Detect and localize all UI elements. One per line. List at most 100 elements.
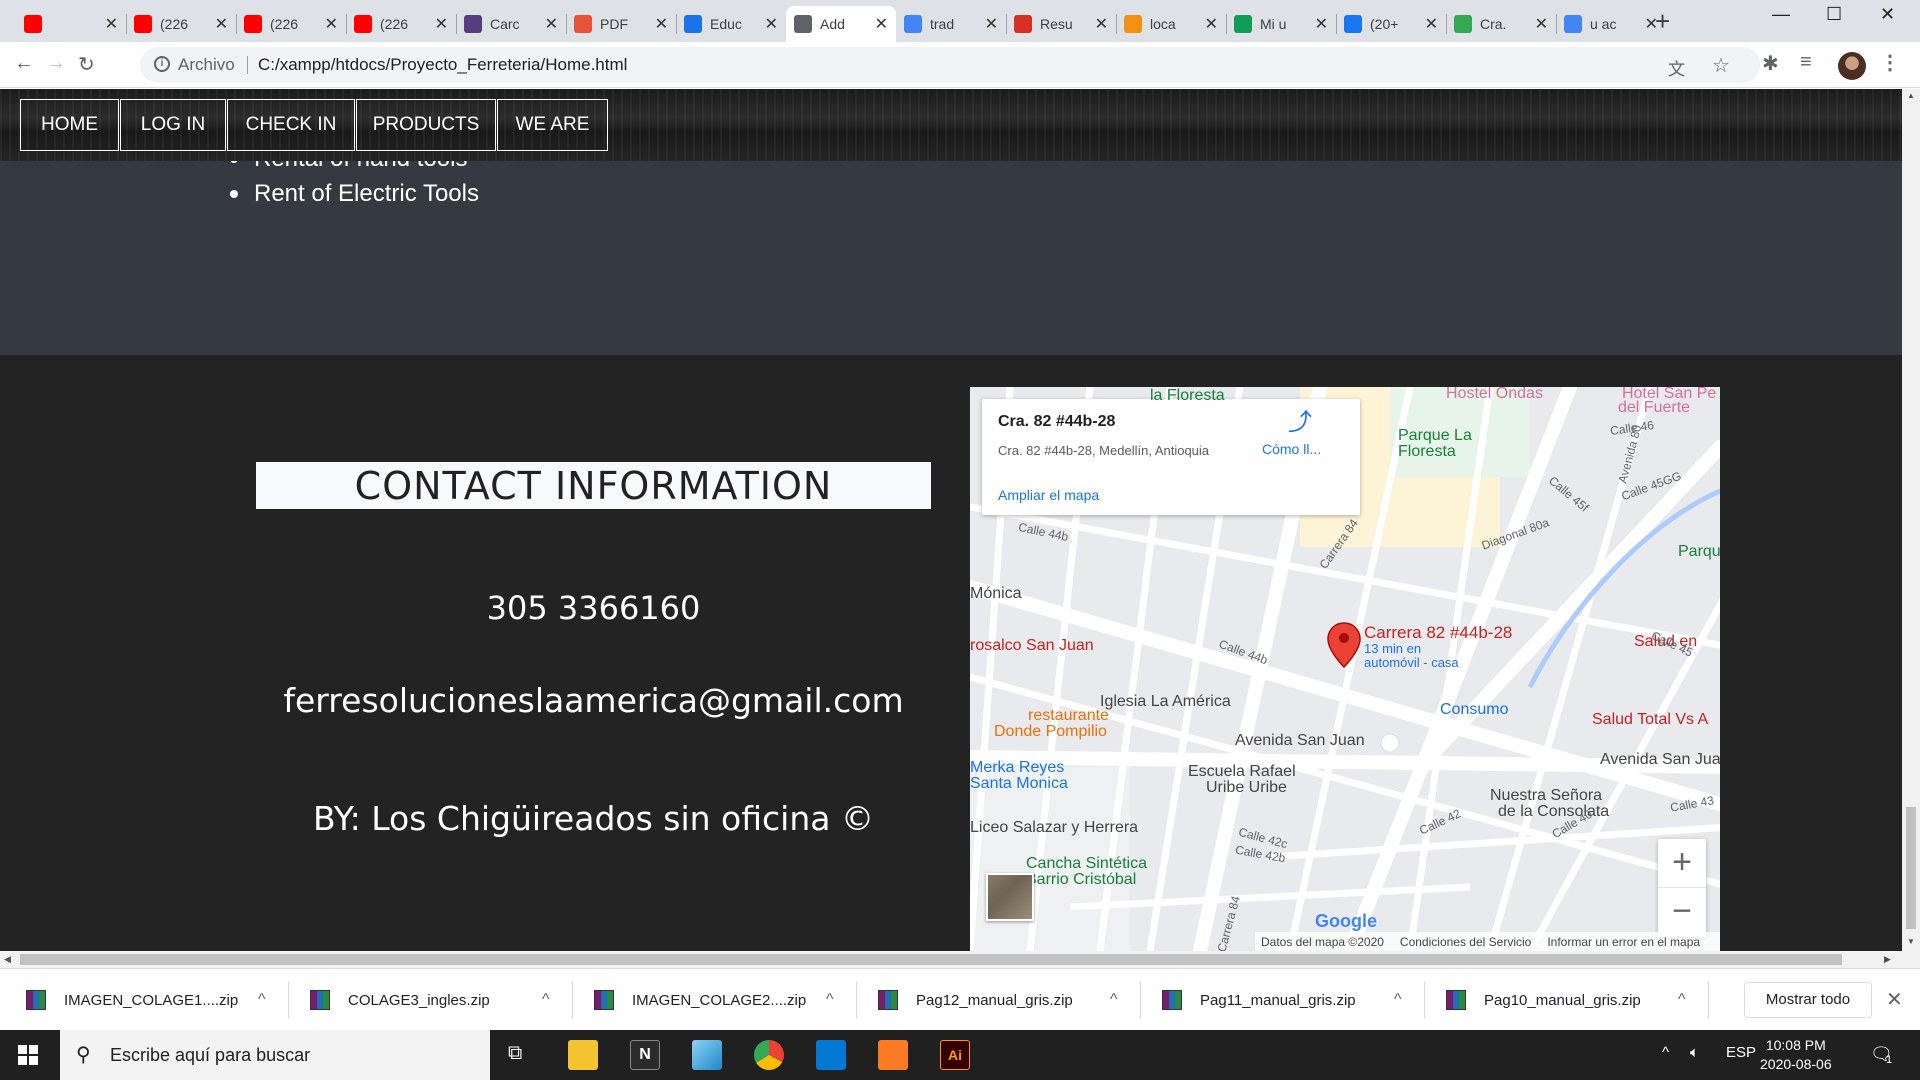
address-bar[interactable]: i Archivo C:/xampp/htdocs/Proyecto_Ferre…: [140, 47, 1760, 83]
browser-tab[interactable]: trad ✕: [896, 6, 1006, 42]
close-icon[interactable]: ✕: [1315, 14, 1328, 34]
browser-tab[interactable]: u ac ✕: [1556, 6, 1666, 42]
download-item[interactable]: COLAGE3_ingles.zip ^: [310, 983, 565, 1017]
vertical-scrollbar[interactable]: ▲ ▼: [1902, 89, 1920, 951]
file-explorer-icon[interactable]: [568, 1040, 598, 1070]
map-place-label[interactable]: Santa Monica: [970, 775, 1068, 793]
minimize-icon[interactable]: —: [1772, 4, 1790, 25]
download-item[interactable]: IMAGEN_COLAGE2....zip ^: [594, 983, 849, 1017]
notes-app-icon[interactable]: [692, 1040, 722, 1070]
satellite-toggle[interactable]: [986, 873, 1034, 921]
extensions-icon[interactable]: ✱: [1762, 51, 1779, 76]
map-place-label[interactable]: Avenida San Juan: [1235, 732, 1365, 750]
vertical-scroll-thumb[interactable]: [1906, 807, 1916, 929]
close-icon[interactable]: ✕: [1535, 14, 1548, 34]
vscode-icon[interactable]: [816, 1040, 846, 1070]
scroll-down-icon[interactable]: ▼: [1907, 937, 1915, 946]
chevron-up-icon[interactable]: ^: [1110, 991, 1118, 1009]
map-place-label[interactable]: Salud Total Vs A: [1592, 711, 1708, 729]
map-place-label[interactable]: Uribe Uribe: [1206, 779, 1287, 797]
map-place-label[interactable]: la Floresta: [1150, 387, 1225, 405]
xampp-icon[interactable]: [878, 1040, 908, 1070]
close-icon[interactable]: ✕: [435, 14, 448, 34]
scroll-up-icon[interactable]: ▲: [1907, 91, 1915, 100]
menu-icon[interactable]: ⋮: [1880, 50, 1900, 75]
illustrator-icon[interactable]: Ai: [940, 1040, 970, 1070]
browser-tab[interactable]: (226 ✕: [346, 6, 456, 42]
nav-home[interactable]: HOME: [20, 99, 119, 151]
zoom-in-button[interactable]: +: [1658, 839, 1706, 888]
map-place-label[interactable]: Parqu: [1678, 543, 1720, 561]
map-place-label[interactable]: Mónica: [970, 585, 1022, 603]
map-place-label[interactable]: Avenida San Jua: [1600, 751, 1720, 769]
media-icon[interactable]: ≡: [1800, 51, 1812, 74]
browser-tab[interactable]: (20+ ✕: [1336, 6, 1446, 42]
chevron-up-icon[interactable]: ^: [1678, 991, 1686, 1009]
translate-icon[interactable]: 文: [1668, 55, 1685, 80]
browser-tab[interactable]: loca ✕: [1116, 6, 1226, 42]
close-icon[interactable]: ✕: [875, 14, 888, 34]
directions-link[interactable]: Cómo ll...: [1262, 441, 1321, 457]
download-item[interactable]: Pag10_manual_gris.zip ^: [1446, 983, 1701, 1017]
profile-avatar[interactable]: [1838, 52, 1866, 80]
map-place-label[interactable]: Consumo: [1440, 701, 1508, 719]
close-icon[interactable]: ✕: [215, 14, 228, 34]
star-icon[interactable]: ☆: [1712, 53, 1730, 78]
download-item[interactable]: Pag11_manual_gris.zip ^: [1162, 983, 1417, 1017]
enlarge-map-link[interactable]: Ampliar el mapa: [998, 487, 1099, 503]
show-all-button[interactable]: Mostrar todo: [1744, 982, 1872, 1018]
map-place-label[interactable]: del Fuerte: [1618, 399, 1690, 417]
map-place-label[interactable]: Floresta: [1398, 443, 1456, 461]
chevron-up-icon[interactable]: ^: [258, 991, 266, 1009]
nav-check-in[interactable]: CHECK IN: [227, 99, 355, 151]
close-icon[interactable]: ✕: [655, 14, 668, 34]
close-icon[interactable]: ✕: [1425, 14, 1438, 34]
url-text[interactable]: C:/xampp/htdocs/Proyecto_Ferreteria/Home…: [258, 55, 627, 75]
forward-icon[interactable]: →: [46, 52, 66, 75]
horizontal-scroll-thumb[interactable]: [20, 954, 1842, 965]
browser-tab[interactable]: (226 ✕: [126, 6, 236, 42]
volume-icon[interactable]: 🔈︎: [1690, 1044, 1699, 1061]
task-view-icon[interactable]: ⧉: [508, 1042, 522, 1065]
close-icon[interactable]: ✕: [985, 14, 998, 34]
close-icon[interactable]: ✕: [1095, 14, 1108, 34]
map-place-label[interactable]: Hostel Ondas: [1446, 387, 1543, 403]
report-error-link[interactable]: Informar un error en el mapa: [1547, 935, 1700, 949]
download-item[interactable]: Pag12_manual_gris.zip ^: [878, 983, 1133, 1017]
nav-login[interactable]: LOG IN: [120, 99, 226, 151]
browser-tab[interactable]: PDF ✕: [566, 6, 676, 42]
chevron-up-icon[interactable]: ^: [1394, 991, 1402, 1009]
contact-email[interactable]: ferresolucioneslaamerica@gmail.com: [256, 681, 931, 720]
scroll-right-icon[interactable]: ▶: [1884, 954, 1891, 965]
terms-link[interactable]: Condiciones del Servicio: [1400, 935, 1531, 949]
close-icon[interactable]: ✕: [765, 14, 778, 34]
chevron-up-icon[interactable]: ^: [542, 991, 550, 1009]
google-map[interactable]: Cra. 82 #44b-28 Cra. 82 #44b-28, Medellí…: [970, 387, 1720, 951]
browser-tab[interactable]: Carc ✕: [456, 6, 566, 42]
close-icon[interactable]: ✕: [1205, 14, 1218, 34]
close-icon[interactable]: ✕: [1886, 987, 1903, 1012]
map-place-label[interactable]: rosalco San Juan: [970, 637, 1094, 655]
nav-we-are[interactable]: WE ARE: [497, 99, 608, 151]
close-icon[interactable]: ✕: [105, 14, 118, 34]
close-window-icon[interactable]: ✕: [1880, 4, 1895, 25]
browser-tab[interactable]: (226 ✕: [236, 6, 346, 42]
browser-tab[interactable]: Resu ✕: [1006, 6, 1116, 42]
map-place-label[interactable]: Iglesia La América: [1100, 693, 1231, 711]
clock[interactable]: 10:08 PM 2020-08-06: [1760, 1036, 1832, 1074]
taskbar-search[interactable]: ⚲ Escribe aquí para buscar: [60, 1030, 490, 1080]
language-indicator[interactable]: ESP: [1726, 1044, 1756, 1061]
scroll-left-icon[interactable]: ◀: [4, 954, 11, 965]
nav-products[interactable]: PRODUCTS: [356, 99, 496, 151]
info-icon[interactable]: i: [154, 56, 170, 72]
new-tab-icon[interactable]: +: [1655, 6, 1670, 37]
map-place-label[interactable]: Donde Pompilio: [994, 723, 1107, 741]
back-icon[interactable]: ←: [14, 52, 34, 75]
browser-tab[interactable]: Cra. ✕: [1446, 6, 1556, 42]
browser-tab[interactable]: Add ✕: [786, 6, 896, 42]
reload-icon[interactable]: ↻: [78, 52, 95, 77]
directions-icon[interactable]: ⤴: [1288, 411, 1312, 435]
windows-start-icon[interactable]: [18, 1045, 38, 1065]
map-pin-icon[interactable]: [1326, 621, 1362, 669]
horizontal-scrollbar[interactable]: ◀ ▶: [0, 951, 1920, 968]
